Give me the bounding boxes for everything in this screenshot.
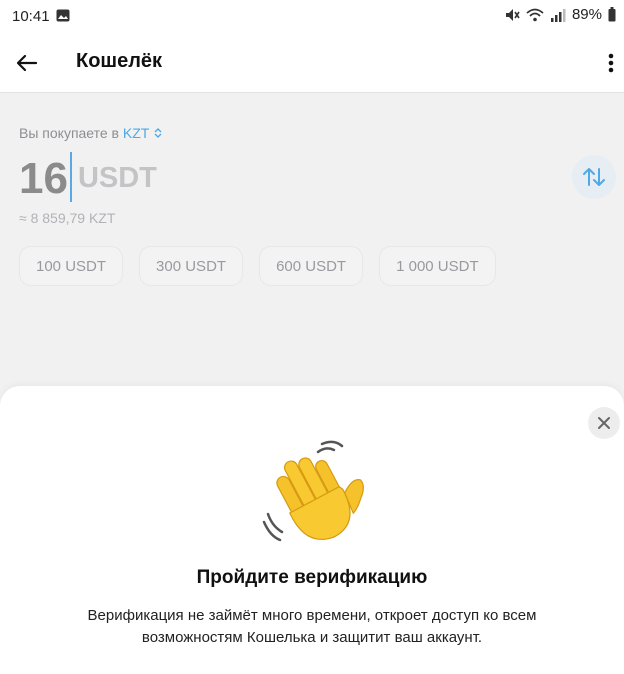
swap-currency-button[interactable] [572, 155, 616, 199]
swap-arrows-icon [583, 168, 605, 186]
preset-chip[interactable]: 1 000 USDT [379, 246, 496, 286]
preset-amounts: 100 USDT 300 USDT 600 USDT 1 000 USDT [19, 246, 496, 286]
mute-icon [505, 8, 520, 21]
currency-selector[interactable]: KZT [123, 125, 163, 141]
preset-chip[interactable]: 300 USDT [139, 246, 244, 286]
preset-chip[interactable]: 100 USDT [19, 246, 124, 286]
text-cursor [69, 152, 72, 202]
wifi-icon [526, 8, 544, 21]
sheet-description-line: возможностям Кошелька и защитит ваш акка… [141, 629, 483, 646]
waving-hand-icon [262, 440, 364, 542]
battery-icon [608, 7, 616, 22]
sheet-description: Верификация не займёт много времени, отк… [40, 605, 584, 649]
currency-code: KZT [122, 125, 150, 141]
gallery-icon [56, 9, 70, 22]
status-icons: 89% [504, 6, 616, 23]
buy-label-text: Вы покупаете в [19, 125, 119, 141]
amount-unit: USDT [77, 162, 157, 194]
more-vertical-icon[interactable] [604, 50, 618, 76]
back-arrow-icon[interactable] [14, 50, 40, 76]
status-bar: 10:41 89% [0, 0, 624, 34]
amount-input[interactable]: 16 USDT [19, 150, 157, 204]
buy-currency-label: Вы покупаете в KZT [19, 125, 163, 141]
status-time: 10:41 [12, 8, 50, 25]
preset-chip[interactable]: 600 USDT [259, 246, 364, 286]
amount-value: 16 [19, 154, 68, 203]
signal-icon [550, 8, 566, 22]
close-icon [598, 417, 610, 429]
app-bar: Кошелёк [0, 34, 624, 93]
converted-amount: ≈ 8 859,79 KZT [19, 210, 116, 226]
sheet-title: Пройдите верификацию [196, 567, 428, 588]
sheet-description-line: Верификация не займёт много времени, отк… [87, 607, 537, 624]
close-sheet-button[interactable] [588, 407, 620, 439]
chevron-up-down-icon [154, 128, 162, 138]
battery-percent: 89% [571, 6, 602, 23]
page-title: Кошелёк [76, 50, 163, 72]
